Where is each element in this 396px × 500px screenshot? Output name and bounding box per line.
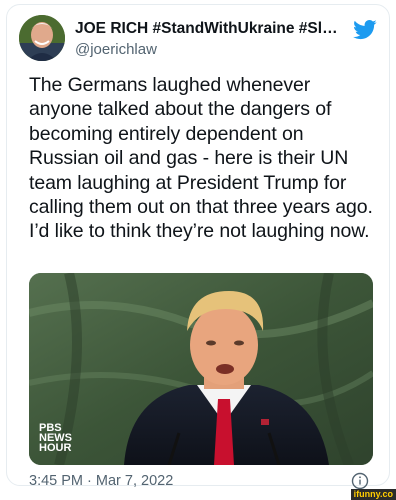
tweet-media[interactable]: PBS NEWS HOUR [29, 273, 373, 465]
tweet-text: The Germans laughed whenever anyone talk… [29, 74, 373, 243]
user-handle[interactable]: @joerichlaw [75, 40, 343, 59]
tweet-footer: 3:45 PM · Mar 7, 2022 [29, 472, 369, 492]
tweet-card[interactable]: JOE RICH #StandWithUkraine #SlavaU... @j… [6, 4, 390, 490]
media-image [29, 273, 373, 465]
avatar-image [19, 15, 65, 61]
ifunny-watermark: ifunny.co [350, 489, 396, 500]
avatar[interactable] [19, 15, 65, 61]
twitter-bird-icon[interactable] [353, 17, 377, 41]
info-icon[interactable] [351, 472, 369, 490]
tweet-timestamp[interactable]: 3:45 PM · Mar 7, 2022 [29, 472, 369, 490]
badge-line-3: HOUR [39, 442, 72, 454]
pbs-newshour-logo: PBS NEWS HOUR [39, 423, 72, 454]
display-name[interactable]: JOE RICH #StandWithUkraine #SlavaU... [75, 19, 343, 38]
author-info[interactable]: JOE RICH #StandWithUkraine #SlavaU... @j… [75, 19, 343, 59]
tweet-header: JOE RICH #StandWithUkraine #SlavaU... @j… [19, 15, 377, 63]
